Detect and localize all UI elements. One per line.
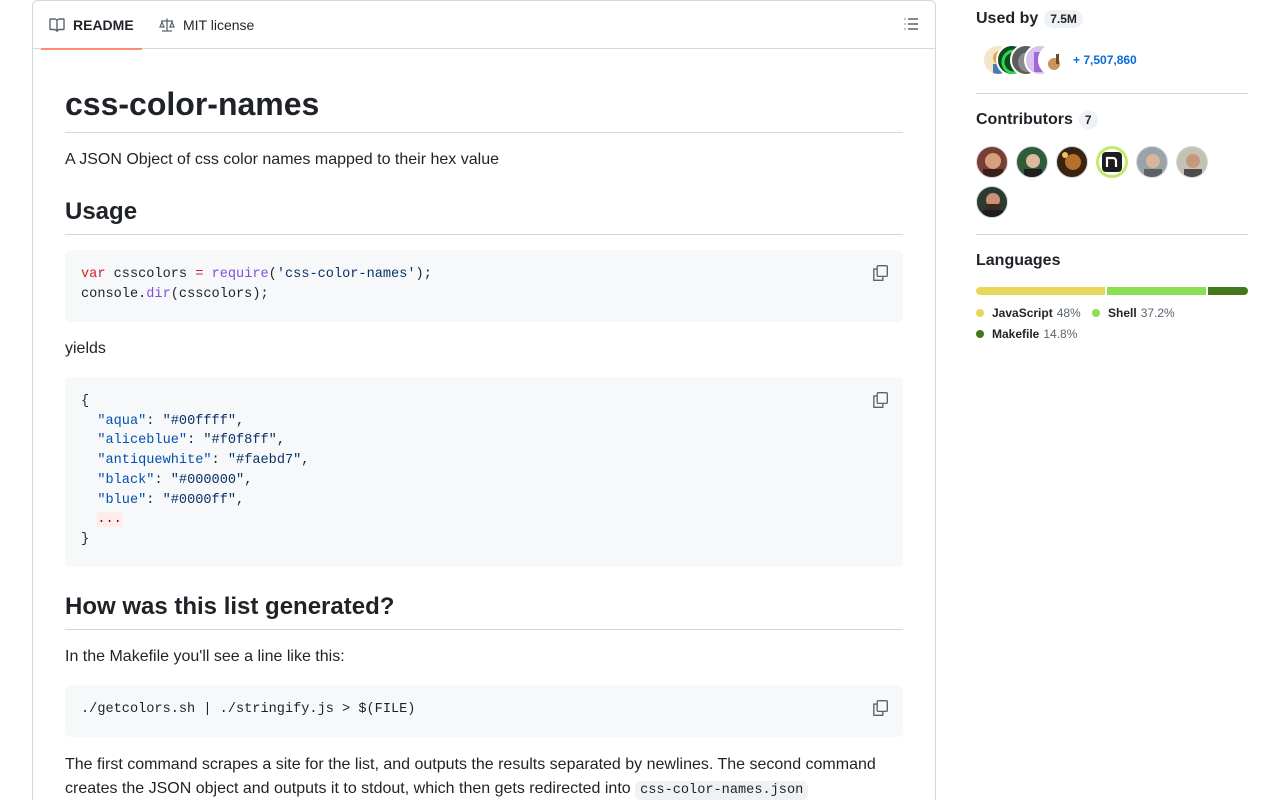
list-unordered-icon — [903, 16, 919, 37]
makefile-text: In the Makefile you'll see a line like t… — [65, 648, 345, 665]
contributor-avatar[interactable] — [1056, 146, 1088, 178]
copy-icon — [873, 265, 888, 281]
contributor-avatar[interactable] — [1136, 146, 1168, 178]
copy-icon — [873, 392, 888, 408]
languages-heading: Languages — [976, 252, 1060, 270]
languages-label: Languages — [976, 252, 1061, 269]
code-text: ./getcolors.sh | ./stringify.js > $(FILE… — [81, 702, 416, 717]
code-string: "#f0f8ff" — [203, 433, 277, 449]
avatar — [1038, 44, 1070, 76]
explanation-text: creates the JSON object and outputs it t… — [65, 780, 631, 797]
code-ellipsis: ... — [97, 512, 122, 528]
code-string: 'css-color-names' — [276, 267, 416, 282]
readme-box: README MIT license css-color-names A JSO… — [32, 0, 936, 800]
used-by-more-link[interactable]: + 7,507,860 — [1073, 53, 1137, 67]
code-string: "#00ffff" — [162, 413, 237, 429]
copy-button[interactable] — [871, 699, 889, 717]
language-bar-segment — [1208, 287, 1248, 295]
code-key: "blue" — [97, 492, 147, 508]
code-key: "aliceblue" — [97, 433, 188, 449]
outline-list-button[interactable] — [897, 13, 925, 39]
generated-heading: How was this list generated? — [65, 592, 903, 630]
language-dot — [976, 309, 984, 317]
law-icon — [159, 17, 175, 33]
language-bar-segment — [1106, 287, 1207, 295]
language-dot — [976, 330, 984, 338]
json-code-block: { "aqua": "#00ffff", "aliceblue": "#f0f8… — [65, 377, 903, 567]
contributor-avatar[interactable] — [1176, 146, 1208, 178]
makefile-code-block: ./getcolors.sh | ./stringify.js > $(FILE… — [65, 685, 903, 737]
code-string: "#000000" — [170, 472, 245, 488]
copy-icon — [873, 700, 888, 716]
inline-code: css-color-names.json — [635, 781, 809, 800]
code-text: csscolors — [105, 267, 196, 282]
contributor-avatar[interactable] — [976, 146, 1008, 178]
language-name: Shell — [1108, 306, 1137, 320]
language-percent: 14.8% — [1043, 327, 1078, 341]
explanation-line-1: The first command scrapes a site for the… — [65, 756, 876, 773]
code-string: "#faebd7" — [227, 453, 302, 469]
languages-bar — [976, 287, 1248, 295]
used-by-label: Used by — [976, 10, 1039, 27]
readme-description: A JSON Object of css color names mapped … — [65, 151, 499, 168]
code-function: require — [211, 267, 269, 282]
divider — [976, 93, 1248, 94]
language-percent: 48% — [1056, 306, 1081, 320]
tab-readme[interactable]: README — [41, 1, 142, 50]
code-text: } — [81, 531, 90, 547]
tab-license[interactable]: MIT license — [159, 1, 254, 49]
usage-code-block: var csscolors = require('css-color-names… — [65, 250, 903, 322]
copy-button[interactable] — [871, 391, 889, 409]
usage-heading: Usage — [65, 197, 903, 235]
language-name: JavaScript — [992, 306, 1053, 320]
used-by-heading[interactable]: Used by 7.5M — [976, 10, 1083, 28]
language-item-shell[interactable]: Shell 37.2% — [1092, 306, 1175, 320]
tab-license-label: MIT license — [183, 17, 255, 33]
readme-tabs: README MIT license — [33, 1, 935, 50]
contributor-avatar[interactable] — [1016, 146, 1048, 178]
code-keyword: var — [81, 267, 106, 282]
copy-button[interactable] — [871, 264, 889, 282]
contributor-avatar[interactable] — [1096, 146, 1128, 178]
code-text: (csscolors); — [170, 286, 269, 302]
explanation-line-2: creates the JSON object and outputs it t… — [65, 777, 809, 800]
language-item-makefile[interactable]: Makefile 14.8% — [976, 327, 1077, 341]
code-key: "aqua" — [97, 413, 147, 429]
code-text: { — [81, 394, 90, 409]
yields-text: yields — [65, 340, 106, 357]
contributors-counter: 7 — [1078, 111, 1098, 129]
code-string: "#0000ff" — [162, 492, 237, 508]
language-dot — [1092, 309, 1100, 317]
language-name: Makefile — [992, 327, 1040, 341]
code-text: ( — [268, 267, 277, 282]
contributor-avatar[interactable] — [976, 186, 1008, 218]
code-operator: = — [195, 267, 204, 282]
book-icon — [49, 17, 65, 33]
language-item-javascript[interactable]: JavaScript 48% — [976, 306, 1081, 320]
contributors-label: Contributors — [976, 111, 1073, 128]
language-percent: 37.2% — [1140, 306, 1175, 320]
code-text: ); — [415, 267, 432, 282]
divider — [976, 234, 1248, 235]
code-function: dir — [146, 286, 171, 302]
code-key: "black" — [97, 472, 155, 488]
tab-readme-label: README — [73, 17, 134, 33]
language-bar-segment — [976, 287, 1105, 295]
contributors-heading[interactable]: Contributors 7 — [976, 111, 1098, 129]
code-key: "antiquewhite" — [97, 453, 212, 469]
used-by-counter: 7.5M — [1044, 10, 1083, 28]
code-text: console. — [81, 286, 147, 302]
readme-title: css-color-names — [65, 84, 903, 133]
